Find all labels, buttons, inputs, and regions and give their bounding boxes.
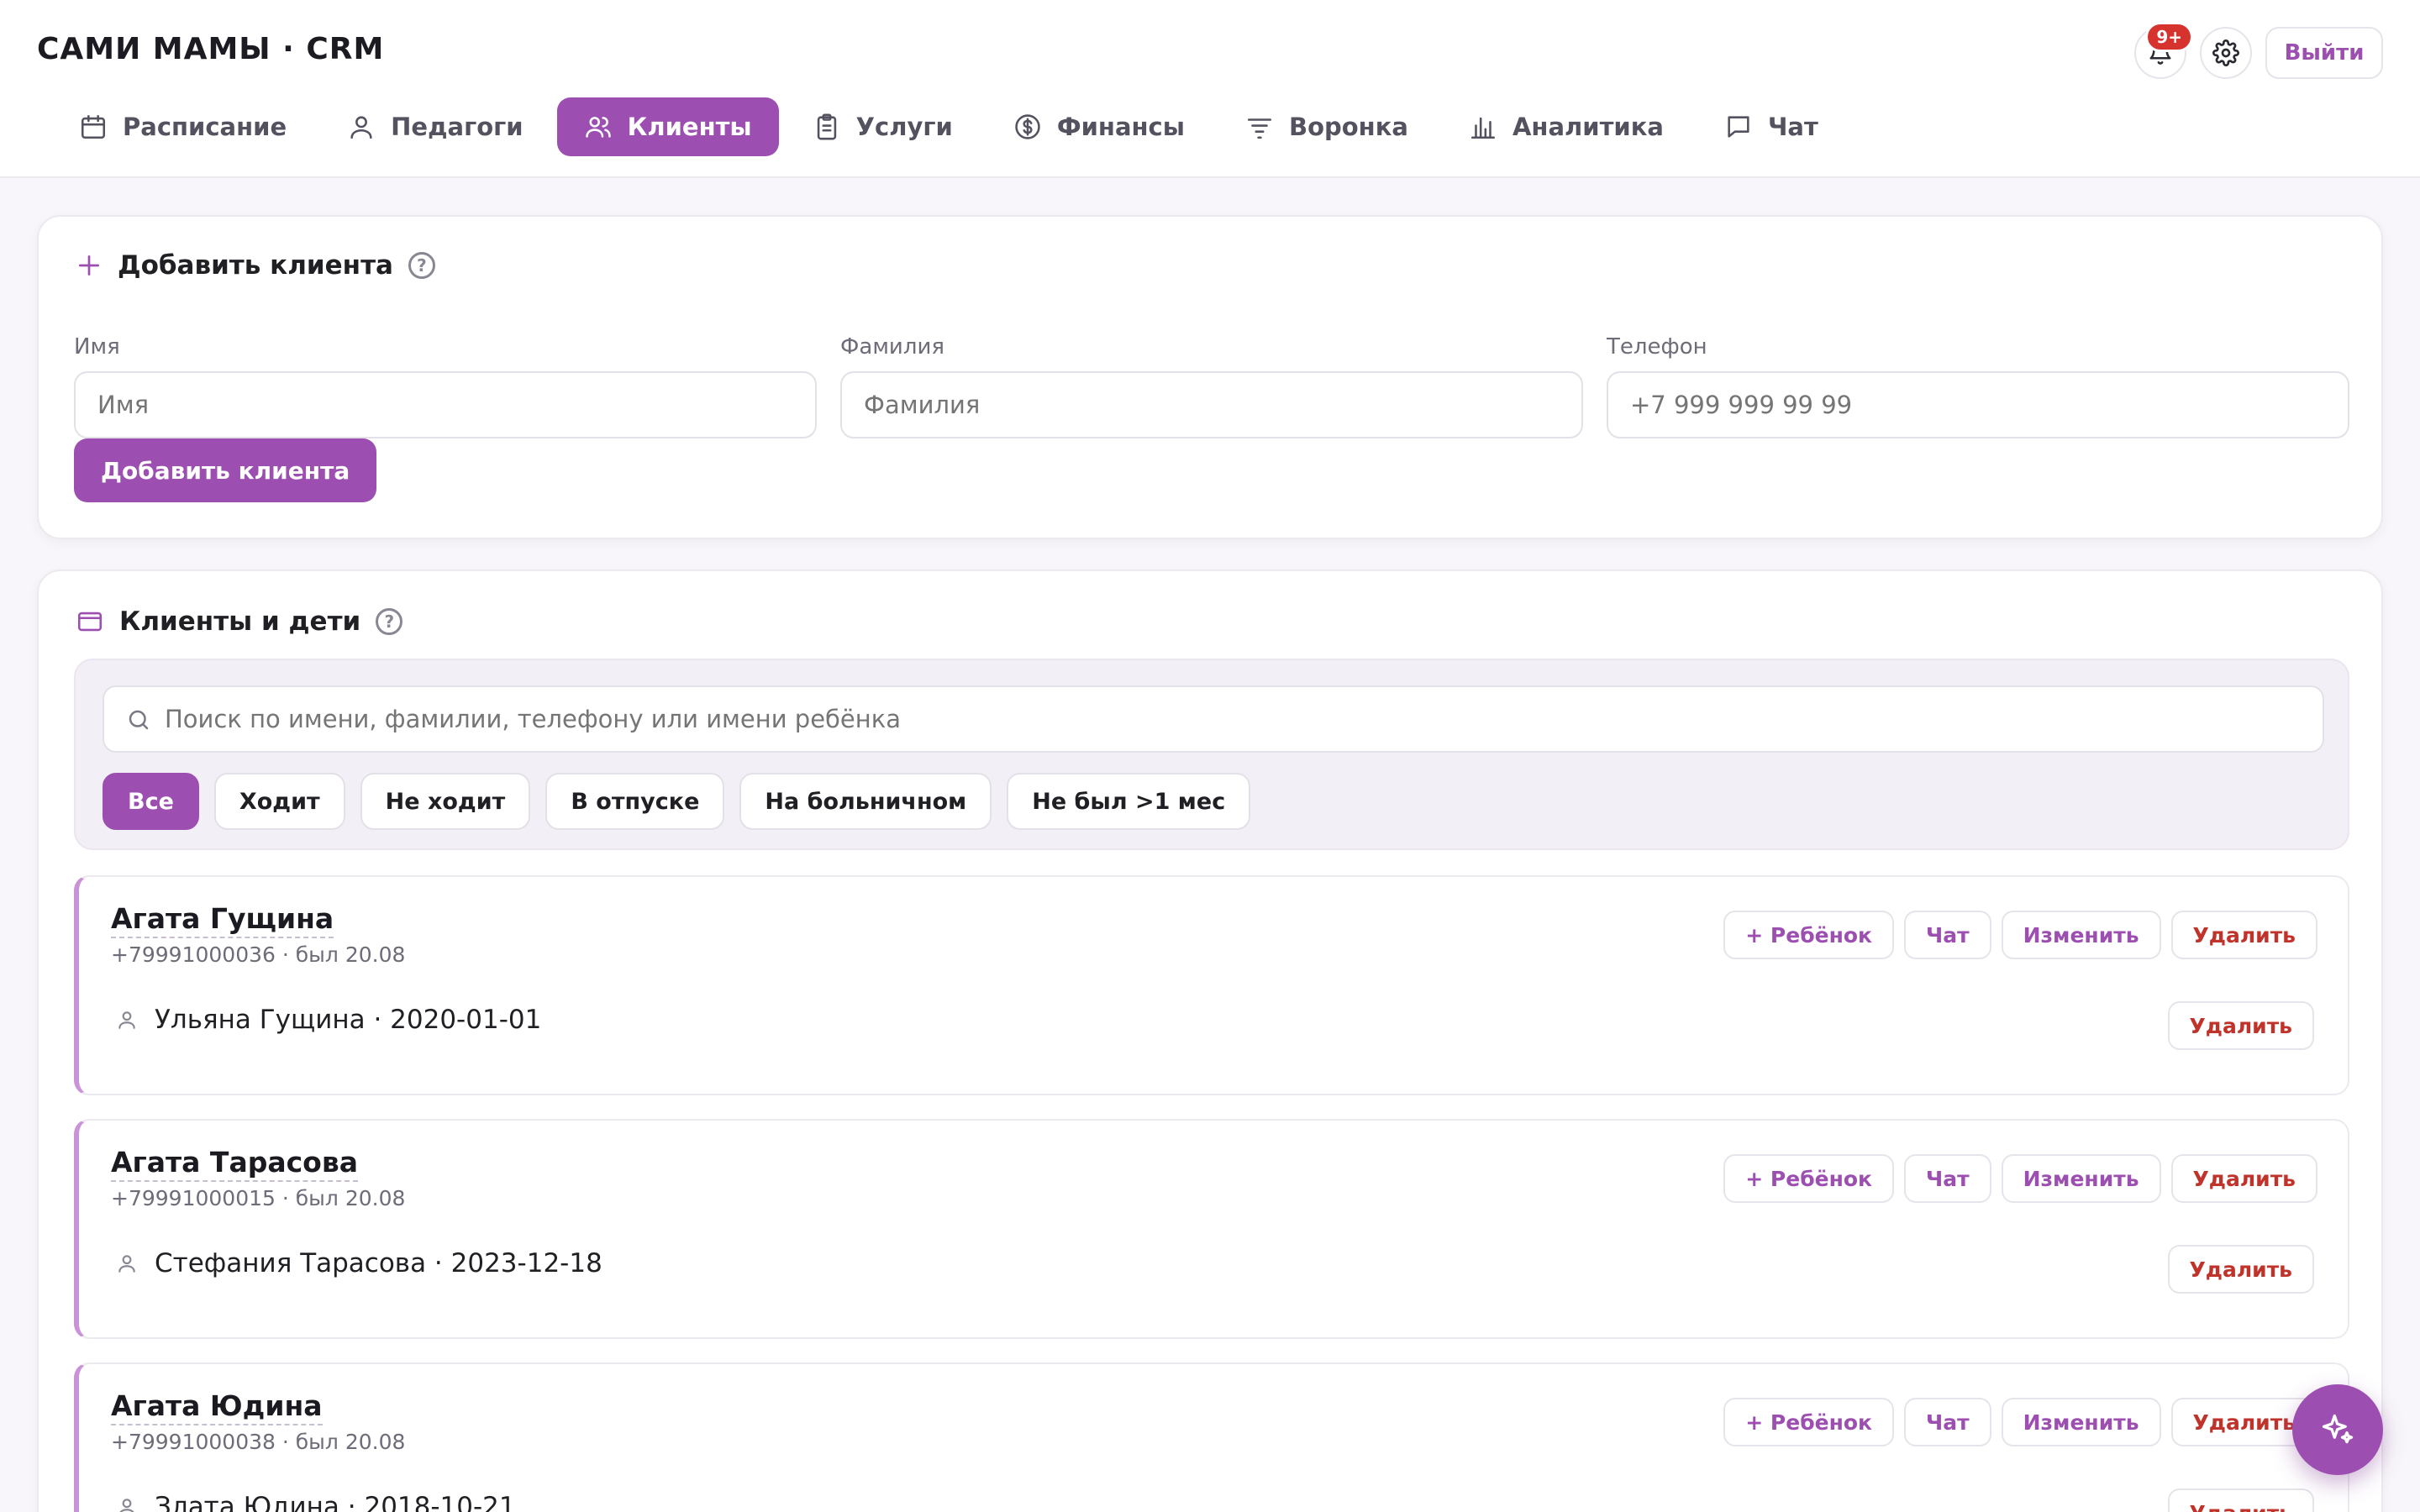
chat-button[interactable]: Чат	[1904, 1154, 1991, 1203]
dollar-icon	[1015, 114, 1040, 139]
search-box[interactable]	[103, 685, 2324, 753]
card-title: Клиенты и дети	[119, 606, 361, 637]
client-meta: +79991000015 · был 20.08	[111, 1186, 406, 1210]
logout-button[interactable]: Выйти	[2265, 27, 2383, 79]
search-icon	[129, 710, 149, 730]
first-name-input[interactable]	[74, 371, 817, 438]
notifications-button[interactable]: 9+	[2134, 22, 2193, 79]
search-input[interactable]	[165, 687, 2299, 751]
nav-finance[interactable]: Финансы	[986, 97, 1212, 156]
help-icon[interactable]: ?	[408, 252, 435, 279]
delete-child-button[interactable]: Удалить	[2167, 1245, 2314, 1294]
child-item: Ульяна Гущина · 2020-01-01	[116, 1005, 541, 1035]
add-child-button[interactable]: + Ребёнок	[1723, 1398, 1895, 1446]
filter-all[interactable]: Все	[103, 773, 199, 830]
top-header: САМИ МАМЫ · CRM 9+ Выйти Расписание Педа…	[0, 0, 2420, 178]
settings-button[interactable]	[2200, 27, 2252, 79]
delete-child-button[interactable]: Удалить	[2167, 1488, 2314, 1512]
child-item: Стефания Тарасова · 2023-12-18	[116, 1248, 602, 1278]
chat-button[interactable]: Чат	[1904, 911, 1991, 959]
card-title: Добавить клиента	[118, 250, 393, 281]
edit-button[interactable]: Изменить	[2001, 1398, 2161, 1446]
client-name[interactable]: Агата Гущина	[111, 902, 334, 938]
client-name[interactable]: Агата Юдина	[111, 1389, 323, 1425]
delete-client-button[interactable]: Удалить	[2170, 911, 2317, 959]
chat-button[interactable]: Чат	[1904, 1398, 1991, 1446]
nav-label: Услуги	[855, 113, 953, 141]
user-icon	[350, 116, 372, 139]
client-row: Агата Тарасова +79991000015 · был 20.08 …	[74, 1119, 2349, 1339]
nav-clients[interactable]: Клиенты	[556, 97, 779, 156]
nav-label: Воронка	[1288, 113, 1408, 141]
client-actions: + Ребёнок Чат Изменить Удалить	[1723, 1398, 2317, 1446]
filter-vacation[interactable]: В отпуске	[545, 773, 725, 830]
card-icon	[77, 612, 103, 632]
sparkles-icon	[2322, 1414, 2354, 1444]
child-icon	[118, 1255, 135, 1273]
client-meta: +79991000036 · был 20.08	[111, 942, 406, 967]
delete-client-button[interactable]: Удалить	[2170, 1154, 2317, 1203]
phone-input[interactable]	[1607, 371, 2349, 438]
help-icon[interactable]: ?	[376, 608, 403, 635]
filter-absent-month[interactable]: Не был >1 мес	[1007, 773, 1251, 830]
nav-services[interactable]: Услуги	[786, 97, 980, 156]
child-label: Ульяна Гущина · 2020-01-01	[155, 1005, 542, 1035]
client-row: Агата Гущина +79991000036 · был 20.08 + …	[74, 875, 2349, 1095]
client-actions: + Ребёнок Чат Изменить Удалить	[1723, 911, 2317, 959]
add-client-title-row: Добавить клиента ?	[76, 250, 435, 281]
nav-schedule[interactable]: Расписание	[52, 97, 313, 156]
client-actions: + Ребёнок Чат Изменить Удалить	[1723, 1154, 2317, 1203]
filter-not-attending[interactable]: Не ходит	[360, 773, 531, 830]
clients-card: Клиенты и дети ? Все Ходит Не ходит В от…	[37, 570, 2383, 1512]
filter-icon	[1247, 118, 1271, 139]
last-name-label: Фамилия	[840, 334, 944, 360]
phone-label: Телефон	[1607, 334, 1707, 360]
gear-icon	[2212, 39, 2239, 66]
nav-chat[interactable]: Чат	[1697, 97, 1845, 156]
add-client-card: Добавить клиента ? Имя Фамилия Телефон Д…	[37, 215, 2383, 539]
first-name-label: Имя	[74, 334, 120, 360]
notifications-badge: 9+	[2145, 22, 2193, 52]
status-filters: Все Ходит Не ходит В отпуске На больничн…	[103, 773, 1251, 830]
edit-button[interactable]: Изменить	[2001, 1154, 2161, 1203]
filter-sick[interactable]: На больничном	[739, 773, 992, 830]
nav-label: Педагоги	[391, 113, 523, 141]
plus-icon	[79, 255, 99, 276]
users-icon	[585, 117, 611, 138]
client-meta: +79991000038 · был 20.08	[111, 1430, 406, 1454]
client-row: Агата Юдина +79991000038 · был 20.08 + Р…	[74, 1362, 2349, 1512]
app-title: САМИ МАМЫ · CRM	[37, 32, 385, 66]
main-nav: Расписание Педагоги Клиенты Услуги Финан…	[52, 97, 1845, 156]
nav-analytics[interactable]: Аналитика	[1442, 97, 1691, 156]
child-icon	[118, 1011, 135, 1029]
clients-title-row: Клиенты и дети ?	[76, 606, 403, 637]
edit-button[interactable]: Изменить	[2001, 911, 2161, 959]
add-child-button[interactable]: + Ребёнок	[1723, 1154, 1895, 1203]
child-item: Злата Юдина · 2018-10-21	[116, 1492, 516, 1512]
ai-assistant-button[interactable]	[2292, 1384, 2383, 1475]
bar-chart-icon	[1470, 117, 1495, 139]
add-child-button[interactable]: + Ребёнок	[1723, 911, 1895, 959]
clipboard-icon	[817, 113, 836, 140]
nav-label: Расписание	[123, 113, 287, 141]
chat-icon	[1728, 116, 1749, 138]
nav-teachers[interactable]: Педагоги	[320, 97, 550, 156]
last-name-input[interactable]	[840, 371, 1583, 438]
nav-label: Финансы	[1056, 113, 1185, 141]
child-label: Стефания Тарасова · 2023-12-18	[155, 1248, 602, 1278]
calendar-icon	[81, 114, 106, 139]
child-icon	[119, 1499, 134, 1512]
client-name[interactable]: Агата Тарасова	[111, 1146, 358, 1182]
add-client-button[interactable]: Добавить клиента	[74, 438, 377, 502]
nav-funnel[interactable]: Воронка	[1218, 97, 1435, 156]
child-label: Злата Юдина · 2018-10-21	[155, 1492, 516, 1512]
filter-panel: Все Ходит Не ходит В отпуске На больничн…	[74, 659, 2349, 850]
delete-child-button[interactable]: Удалить	[2167, 1001, 2314, 1050]
filter-attending[interactable]: Ходит	[213, 773, 345, 830]
nav-label: Клиенты	[627, 113, 752, 141]
nav-label: Чат	[1767, 113, 1818, 141]
nav-label: Аналитика	[1512, 113, 1664, 141]
